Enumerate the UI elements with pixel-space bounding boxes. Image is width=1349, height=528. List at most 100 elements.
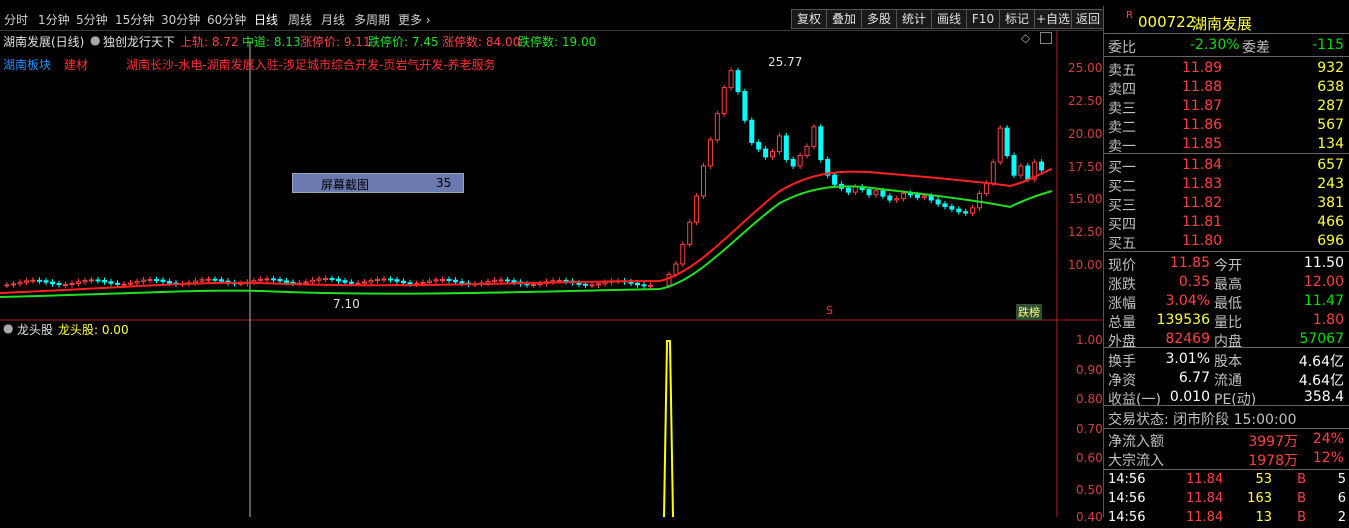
low-price-label: 7.10	[333, 297, 360, 311]
candle	[1004, 127, 1010, 157]
quote-stat-row: 涨跌 0.35 最高 12.00	[1108, 274, 1344, 293]
period-5min[interactable]: 5分钟	[76, 11, 108, 28]
candle	[446, 278, 452, 281]
candle	[763, 148, 769, 158]
period-multi[interactable]: 多周期	[354, 11, 390, 28]
candle	[329, 278, 335, 281]
ask-level-row[interactable]: 卖二 11.86 567	[1104, 116, 1349, 136]
bid-level-row[interactable]: 买四 11.81 466	[1104, 213, 1349, 233]
candle	[11, 283, 16, 286]
ask-level-row[interactable]: 卖一 11.85 134	[1104, 135, 1349, 155]
concept-tags: 湖南长沙-水电-湖南发展入驻-涉足城市综合开发-页岩气开发-养老服务	[126, 58, 496, 72]
mid-band-label: 中道: 8.13	[242, 35, 301, 49]
candle	[219, 279, 224, 282]
indicator-name[interactable]: 独创龙行天下	[103, 33, 175, 50]
candle	[811, 126, 817, 147]
period-15min[interactable]: 15分钟	[115, 11, 154, 28]
candle	[963, 211, 969, 214]
candle	[30, 279, 36, 282]
period-1min[interactable]: 1分钟	[38, 11, 70, 28]
maximize-icon[interactable]	[1040, 32, 1052, 44]
candle	[310, 279, 315, 283]
candle	[818, 126, 824, 160]
limit-up-count-label: 涨停数: 84.00	[442, 35, 521, 49]
bid-level-row[interactable]: 买二 11.83 243	[1104, 175, 1349, 195]
sector-label[interactable]: 湖南板块	[3, 56, 51, 73]
candle	[43, 280, 49, 283]
quote-stat-row: 现价 11.85 今开 11.50	[1108, 255, 1344, 274]
kline-chart-area[interactable]: 湖南发展(日线) ● 独创龙行天下 上轨: 8.72 中道: 8.13 涨停价:…	[0, 31, 1103, 524]
trade-status-row: 交易状态: 闭市阶段 15:00:00	[1108, 412, 1297, 428]
stock-period-title: 湖南发展(日线)	[3, 35, 85, 49]
candle	[756, 141, 762, 150]
multi-stock-button[interactable]: 多股	[861, 9, 897, 29]
stock-title-row: R 000722 湖南发展	[1104, 10, 1349, 33]
candle	[949, 206, 955, 210]
overlay-button[interactable]: 叠加	[826, 9, 862, 29]
bid-level-row[interactable]: 买一 11.84 657	[1104, 156, 1349, 176]
candle	[193, 280, 198, 284]
sell-signal-marker: S	[826, 304, 833, 317]
restore-rights-button[interactable]: 复权	[791, 9, 827, 29]
lower-panel-dropdown-icon[interactable]: ●	[3, 321, 13, 335]
ask-level-row[interactable]: 卖四 11.88 638	[1104, 78, 1349, 98]
draw-line-button[interactable]: 画线	[931, 9, 967, 29]
f10-button[interactable]: F10	[966, 9, 1000, 29]
period-monthly[interactable]: 月线	[321, 11, 345, 28]
upper-band-line	[0, 168, 1053, 294]
back-button[interactable]: 返回	[1071, 9, 1105, 29]
candle	[264, 278, 270, 281]
y-tick: 22.50	[1068, 94, 1103, 108]
kline-chart-svg[interactable]	[0, 31, 1103, 517]
limit-down-count-label: 跌停数: 19.00	[518, 35, 597, 49]
overlay-box-label: 屏幕截图	[321, 178, 370, 192]
period-more[interactable]: 更多 ›	[398, 11, 431, 28]
candle	[375, 278, 380, 282]
bid-level-row[interactable]: 买三 11.82 381	[1104, 194, 1349, 214]
candle	[37, 279, 42, 282]
diamond-icon[interactable]: ◇	[1021, 31, 1030, 45]
period-weekly[interactable]: 周线	[288, 11, 312, 28]
screenshot-overlay-box[interactable]: 屏幕截图 35	[292, 173, 464, 193]
ranking-badge[interactable]: 跌榜	[1016, 304, 1042, 320]
industry-label[interactable]: 建材	[64, 56, 88, 73]
candle	[277, 278, 283, 282]
candle	[440, 278, 445, 281]
candle	[427, 280, 432, 283]
mark-button[interactable]: 标记	[999, 9, 1035, 29]
candle	[17, 281, 23, 285]
quote-fundamental-row: 净资 6.77 流通 4.64亿	[1108, 370, 1344, 389]
candle	[901, 192, 907, 200]
candle	[680, 243, 686, 265]
candle	[485, 280, 491, 284]
candle	[336, 278, 341, 282]
period-daily[interactable]: 日线	[254, 11, 278, 28]
candle	[596, 283, 601, 286]
candle	[531, 283, 536, 286]
candle	[368, 280, 374, 283]
lower-panel-title[interactable]: 龙头股	[17, 321, 53, 338]
candle	[394, 279, 400, 282]
candle	[355, 282, 361, 285]
statistics-button[interactable]: 统计	[896, 9, 932, 29]
candle	[89, 279, 94, 282]
fund-flow-row: 大宗流入 1978万 12%	[1108, 450, 1344, 469]
candle	[102, 279, 107, 283]
overlay-box-value: 35	[436, 176, 452, 190]
ask-level-row[interactable]: 卖五 11.89 932	[1104, 59, 1349, 79]
period-intraday[interactable]: 分时	[4, 11, 28, 28]
period-30min[interactable]: 30分钟	[161, 11, 200, 28]
drop-price-label: 跌停价: 7.45	[368, 35, 439, 49]
add-favorite-button[interactable]: +自选	[1034, 9, 1072, 29]
ask-level-row[interactable]: 卖三 11.87 287	[1104, 97, 1349, 117]
stock-name: 湖南发展	[1192, 15, 1253, 33]
bid-level-row[interactable]: 买五 11.80 696	[1104, 232, 1349, 252]
lower-y-tick: 0.80	[1076, 392, 1103, 406]
candle	[673, 263, 679, 275]
lower-y-tick: 1.00	[1076, 333, 1103, 347]
lower-y-tick: 0.90	[1076, 363, 1103, 377]
limit-price-label: 涨停价: 9.11	[300, 35, 371, 49]
period-60min[interactable]: 60分钟	[207, 11, 246, 28]
indicator-dropdown[interactable]: ●	[90, 33, 100, 47]
candle	[687, 221, 693, 245]
